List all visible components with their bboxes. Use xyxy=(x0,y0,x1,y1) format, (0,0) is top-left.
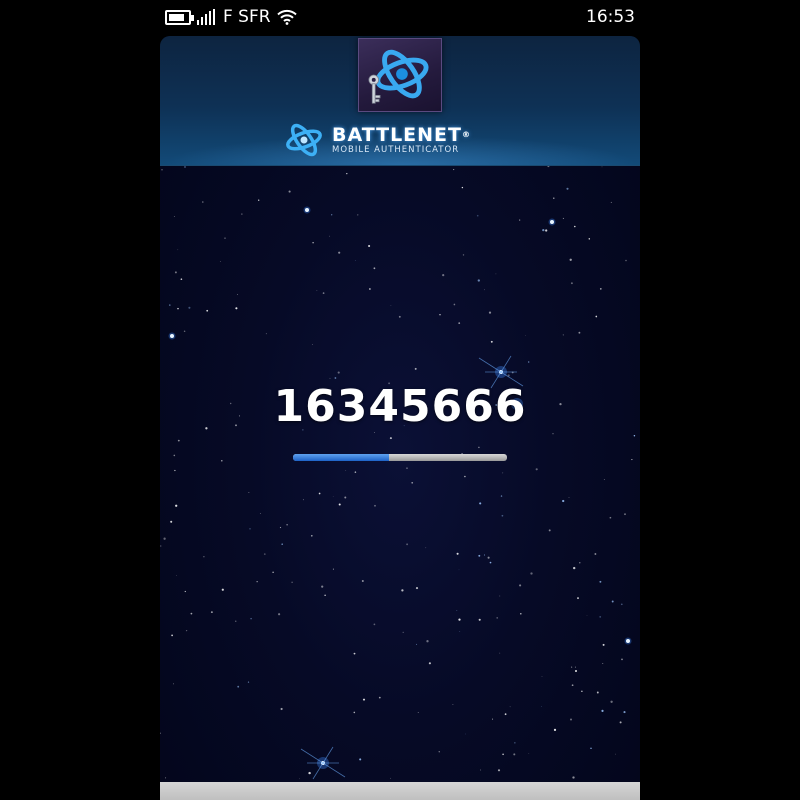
wifi-icon xyxy=(276,9,297,25)
bright-star xyxy=(624,637,632,645)
battery-icon xyxy=(165,9,194,25)
carrier-name: F SFR xyxy=(223,7,271,27)
bright-star xyxy=(168,332,176,340)
bottom-bar xyxy=(160,782,640,800)
code-time-progress-bar xyxy=(293,454,507,461)
authenticator-app: BATTLENET® MOBILE AUTHENTICATOR 16345666 xyxy=(160,36,640,800)
status-clock: 16:53 xyxy=(586,7,635,27)
authenticator-code: 16345666 xyxy=(273,381,527,432)
status-bar: F SFR 16:53 xyxy=(0,0,800,34)
bright-star xyxy=(300,746,346,780)
bright-star xyxy=(548,218,556,226)
battlenet-key-icon xyxy=(358,38,442,112)
signal-icon xyxy=(197,9,215,25)
progress-fill xyxy=(293,454,390,461)
starfield-background xyxy=(160,166,636,780)
status-bar-left: F SFR xyxy=(165,5,297,29)
app-header: BATTLENET® MOBILE AUTHENTICATOR xyxy=(160,36,640,166)
brand-logo: BATTLENET® MOBILE AUTHENTICATOR xyxy=(282,118,471,162)
battlenet-logo-icon xyxy=(286,123,322,157)
brand-subtitle: MOBILE AUTHENTICATOR xyxy=(332,144,460,155)
brand-title: BATTLENET® xyxy=(332,123,471,146)
bright-star xyxy=(303,206,311,214)
registered-mark: ® xyxy=(462,129,471,139)
